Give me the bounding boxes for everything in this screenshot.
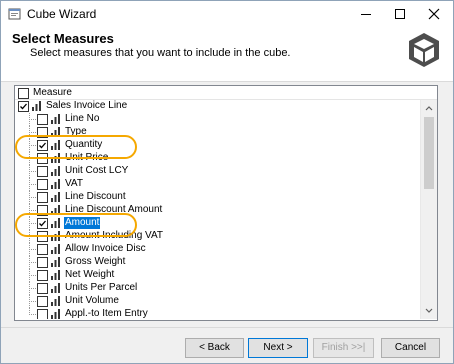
- checkmark-icon: [20, 103, 27, 110]
- measure-checkbox[interactable]: [37, 283, 48, 294]
- close-button[interactable]: [417, 1, 451, 27]
- measure-row[interactable]: Units Per Parcel: [15, 282, 420, 295]
- measure-icon: [51, 296, 60, 306]
- scroll-up-icon[interactable]: [425, 104, 433, 112]
- measure-checkbox[interactable]: [37, 270, 48, 281]
- measure-checkbox[interactable]: [37, 166, 48, 177]
- page-subtitle: Select measures that you want to include…: [30, 47, 291, 59]
- measure-icon: [51, 309, 60, 319]
- root-checkbox[interactable]: [18, 101, 29, 112]
- finish-button[interactable]: Finish >>|: [313, 338, 374, 358]
- measure-label: Allow Invoice Disc: [65, 243, 146, 254]
- measure-checkbox[interactable]: [37, 309, 48, 319]
- tree-connector-line: [29, 197, 36, 198]
- measure-label: Unit Volume: [65, 295, 119, 306]
- measures-tree: Sales Invoice Line Line No Type Quantity Un…: [15, 100, 420, 319]
- cancel-button[interactable]: Cancel: [381, 338, 440, 358]
- measure-icon: [51, 244, 60, 254]
- cube-wizard-window: Cube Wizard Select Measures Select measu…: [0, 0, 454, 364]
- select-all-checkbox[interactable]: [18, 88, 29, 99]
- title-bar: Cube Wizard: [1, 1, 453, 27]
- measure-row[interactable]: Net Weight: [15, 269, 420, 282]
- measure-icon: [51, 257, 60, 267]
- measure-checkbox[interactable]: [37, 114, 48, 125]
- tree-connector-line: [29, 119, 36, 120]
- minimize-button[interactable]: [349, 1, 383, 27]
- tree-connector-line: [29, 184, 36, 185]
- footer-divider: [1, 327, 453, 328]
- page-title: Select Measures: [12, 31, 114, 46]
- measure-icon: [51, 114, 60, 124]
- close-icon: [428, 8, 440, 20]
- minimize-icon: [361, 14, 371, 15]
- tree-connector-line: [29, 171, 36, 172]
- measure-icon: [51, 179, 60, 189]
- wizard-header: Select Measures Select measures that you…: [1, 27, 453, 82]
- measure-icon: [51, 166, 60, 176]
- measure-label: Line No: [65, 113, 100, 124]
- window-title: Cube Wizard: [27, 7, 97, 21]
- measure-icon: [51, 270, 60, 280]
- vertical-scrollbar[interactable]: [420, 100, 437, 319]
- measure-row[interactable]: Unit Cost LCY: [15, 165, 420, 178]
- measure-row[interactable]: Gross Weight: [15, 256, 420, 269]
- tree-connector-line: [29, 275, 36, 276]
- tree-connector-line: [29, 288, 36, 289]
- measure-row[interactable]: Line No: [15, 113, 420, 126]
- measure-icon: [51, 192, 60, 202]
- measure-label: Net Weight: [65, 269, 115, 280]
- measure-label: Unit Cost LCY: [65, 165, 129, 176]
- tree-connector-line: [29, 132, 36, 133]
- measure-row[interactable]: Appl.-to Item Entry: [15, 308, 420, 319]
- maximize-button[interactable]: [383, 1, 417, 27]
- tree-connector-line: [29, 314, 36, 315]
- measures-tree-list[interactable]: Measure Sales Invoice Line Line No Type Qu…: [14, 85, 438, 321]
- measure-checkbox[interactable]: [37, 179, 48, 190]
- measure-checkbox[interactable]: [37, 296, 48, 307]
- measure-row[interactable]: Line Discount: [15, 191, 420, 204]
- quantity-annotation-outline: [15, 135, 137, 159]
- measure-checkbox[interactable]: [37, 192, 48, 203]
- next-button[interactable]: Next >: [248, 338, 308, 358]
- tree-root-sales-invoice-line[interactable]: Sales Invoice Line: [15, 100, 420, 113]
- measure-row[interactable]: Unit Volume: [15, 295, 420, 308]
- measure-label: Appl.-to Item Entry: [65, 308, 148, 319]
- measure-checkbox[interactable]: [37, 257, 48, 268]
- measure-row[interactable]: VAT: [15, 178, 420, 191]
- scroll-down-icon[interactable]: [425, 307, 433, 315]
- back-button[interactable]: < Back: [185, 338, 244, 358]
- tree-connector-line: [29, 249, 36, 250]
- amount-annotation-outline: [15, 213, 137, 237]
- measure-icon: [51, 283, 60, 293]
- measure-group-icon: [32, 101, 41, 111]
- measure-column-label: Measure: [33, 87, 72, 98]
- measure-label: Gross Weight: [65, 256, 126, 267]
- measure-column-header: Measure: [15, 86, 437, 100]
- scrollbar-thumb[interactable]: [424, 117, 434, 189]
- maximize-icon: [395, 9, 405, 19]
- cube-wizard-icon: [8, 8, 21, 20]
- measure-label: Units Per Parcel: [65, 282, 138, 293]
- tree-connector-line: [29, 301, 36, 302]
- root-label: Sales Invoice Line: [46, 100, 128, 111]
- measure-label: VAT: [65, 178, 83, 189]
- measure-row[interactable]: Allow Invoice Disc: [15, 243, 420, 256]
- tree-connector-line: [29, 210, 36, 211]
- cube-icon: [409, 33, 439, 67]
- tree-connector-line: [29, 262, 36, 263]
- measure-label: Line Discount: [65, 191, 126, 202]
- measure-checkbox[interactable]: [37, 244, 48, 255]
